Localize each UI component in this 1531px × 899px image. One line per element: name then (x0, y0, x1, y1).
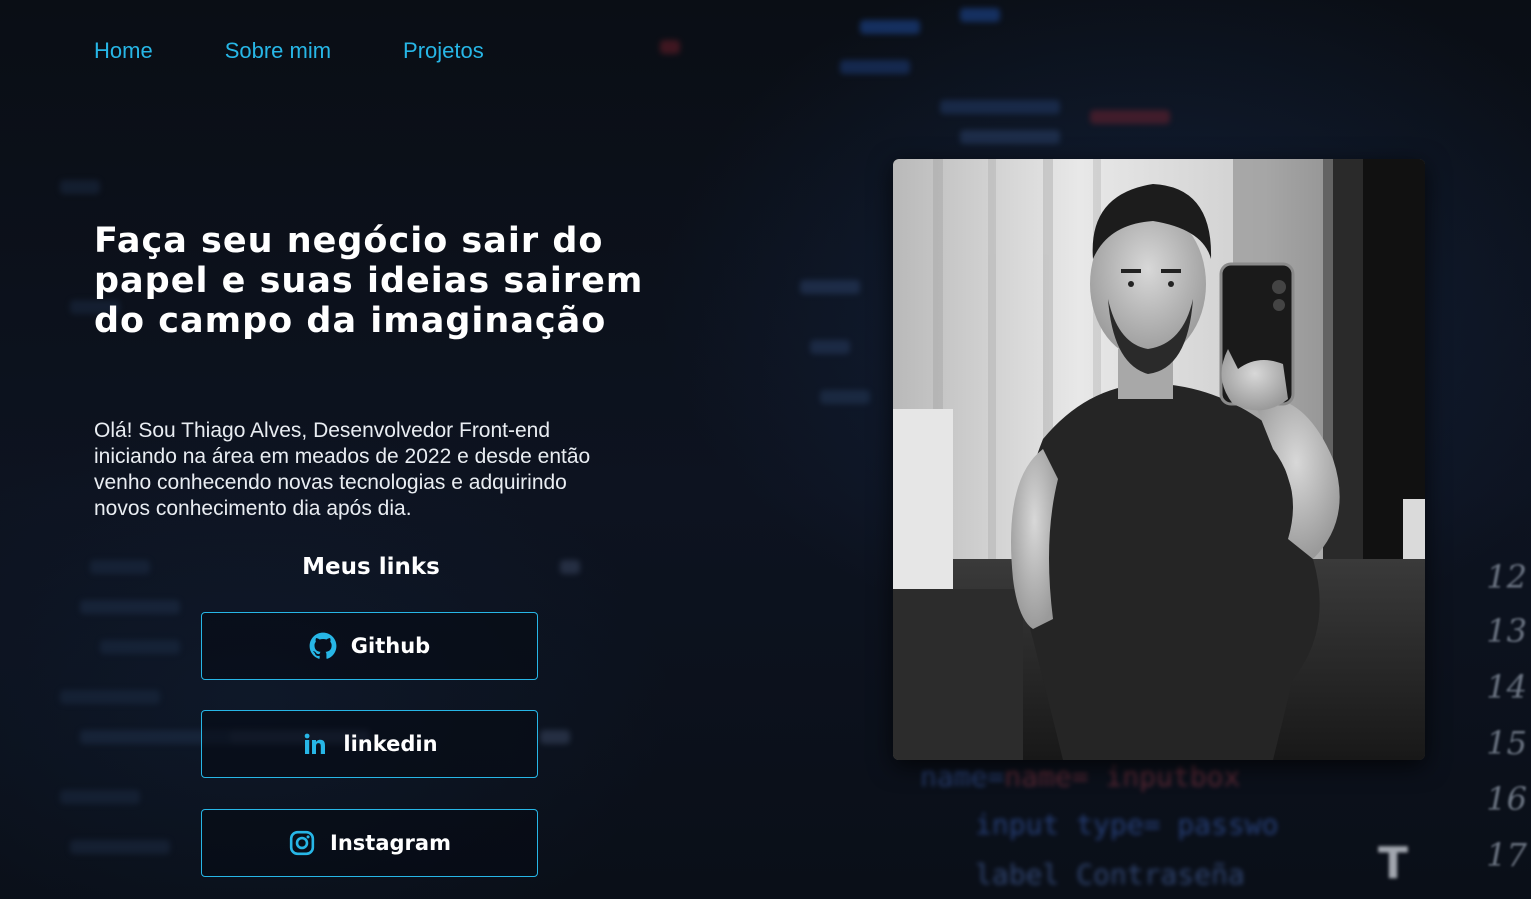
instagram-label: Instagram (330, 831, 451, 855)
hero-headline: Faça seu negócio sair do papel e suas id… (94, 221, 644, 341)
line-number: 13 (1486, 612, 1527, 650)
hero-intro: Olá! Sou Thiago Alves, Desenvolvedor Fro… (94, 419, 591, 520)
code-snippet: label Contraseña (975, 858, 1245, 891)
github-icon (309, 632, 337, 660)
instagram-icon (288, 829, 316, 857)
nav-home-link[interactable]: Home (94, 38, 153, 64)
instagram-button[interactable]: Instagram (201, 809, 538, 877)
profile-photo (893, 159, 1425, 760)
code-snippet: name=name= inputbox (920, 760, 1241, 793)
nav-projects-link[interactable]: Projetos (403, 38, 484, 64)
line-number: 12 (1486, 558, 1527, 596)
line-number: 17 (1486, 836, 1527, 874)
linkedin-icon (301, 730, 329, 758)
linkedin-button[interactable]: linkedin (201, 710, 538, 778)
code-snippet: input type= passwo (975, 808, 1279, 841)
github-label: Github (350, 634, 431, 658)
page: name=name= inputbox input type= passwo l… (0, 0, 1531, 899)
line-number: 16 (1486, 780, 1527, 818)
nav-about-link[interactable]: Sobre mim (225, 38, 331, 64)
links-title: Meus links (302, 554, 440, 580)
github-button[interactable]: Github (201, 612, 538, 680)
line-number: 14 (1486, 668, 1527, 706)
main-nav: Home Sobre mim Projetos (94, 38, 484, 64)
line-number: 15 (1486, 724, 1527, 762)
background-letter: T (1378, 838, 1409, 889)
linkedin-label: linkedin (343, 732, 438, 756)
